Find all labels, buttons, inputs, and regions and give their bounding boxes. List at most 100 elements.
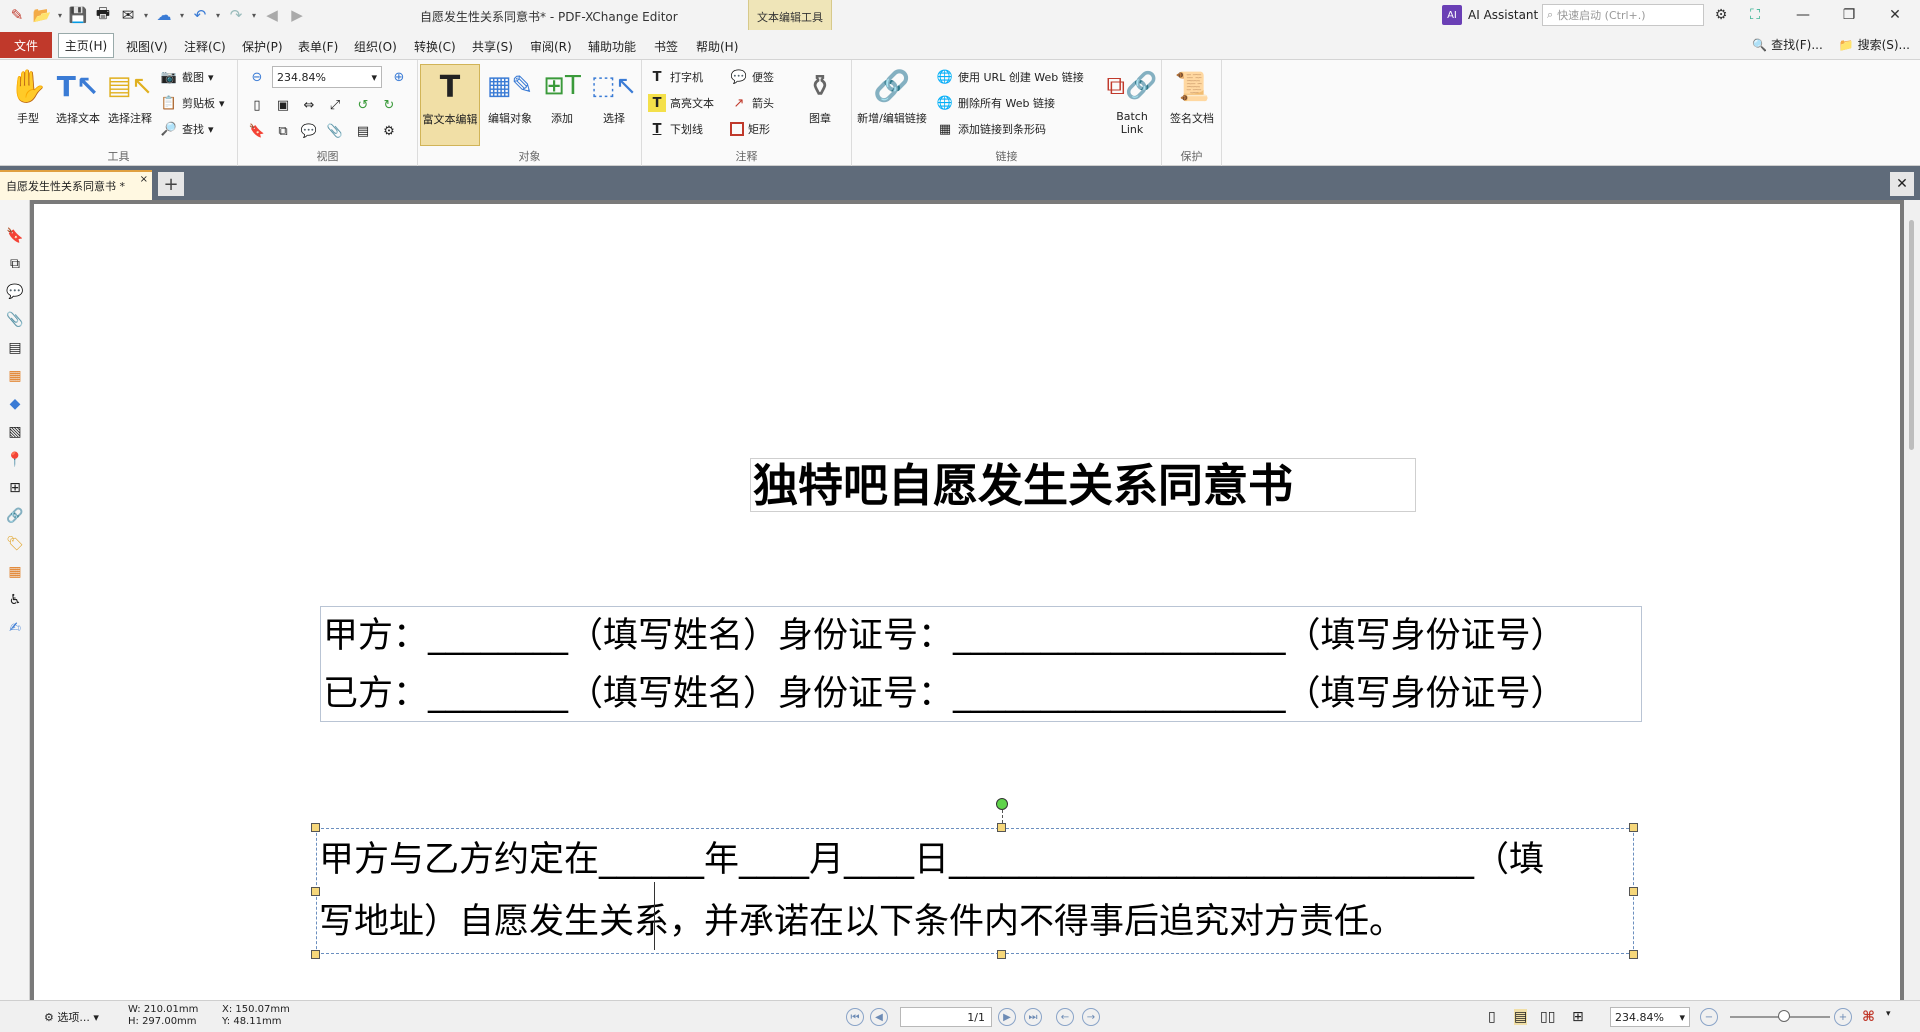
quick-launch-input[interactable]: ⌕ 快速启动 (Ctrl+.) <box>1542 4 1704 26</box>
fit-page-icon[interactable]: ▣ <box>274 96 292 114</box>
search-menu[interactable]: 📁 搜索(S)... <box>1839 36 1910 53</box>
prev-page-icon[interactable]: ◀ <box>870 1008 888 1026</box>
batch-link-button[interactable]: ⧉🔗 Batch Link <box>1106 64 1158 137</box>
find-menu[interactable]: 🔍 查找(F)... <box>1752 36 1823 53</box>
attachments-panel-icon[interactable]: 📎 <box>5 310 25 330</box>
thumbnails-panel-icon[interactable]: ⧉ <box>5 254 25 274</box>
pdf-page[interactable]: 独特吧自愿发生关系同意书 甲方：________（填写姓名）身份证号：_____… <box>34 204 1900 1000</box>
rectangle-button[interactable]: 矩形 <box>730 118 770 140</box>
arrow-button[interactable]: ↗ 箭头 <box>730 92 774 114</box>
rotate-right-icon[interactable]: ↻ <box>380 96 398 114</box>
find-button[interactable]: 🔎 查找 ▾ <box>160 118 214 140</box>
resize-handle-ne[interactable] <box>1629 823 1638 832</box>
menu-view[interactable]: 视图(V) <box>126 38 168 55</box>
continuous-page-icon[interactable]: ▤ <box>1514 1009 1528 1025</box>
page-panel-icon[interactable]: ▤ <box>5 338 25 358</box>
open-dropdown-icon[interactable]: ▾ <box>56 11 64 20</box>
document-tab[interactable]: 自愿发生性关系同意书 * × <box>0 170 152 200</box>
highlight-button[interactable]: T 高亮文本 <box>648 92 714 114</box>
menu-organize[interactable]: 组织(O) <box>354 38 397 55</box>
zoom-slider[interactable] <box>1730 1010 1830 1022</box>
single-page-icon[interactable]: ▯ <box>1488 1009 1496 1025</box>
page-settings-icon[interactable]: ⚙ <box>380 122 398 140</box>
resize-handle-n[interactable] <box>997 823 1006 832</box>
cloud-icon[interactable]: ☁ <box>153 4 175 26</box>
signatures-panel-icon[interactable]: ✍ <box>5 618 25 638</box>
restore-button[interactable]: ❐ <box>1826 0 1872 30</box>
parties-text-block[interactable]: 甲方：________（填写姓名）身份证号：__________________… <box>320 606 1642 722</box>
zoom-in-icon[interactable]: + <box>1834 1008 1852 1026</box>
create-url-link-button[interactable]: 🌐 使用 URL 创建 Web 链接 <box>936 66 1084 88</box>
stamps-panel-icon[interactable]: 🏷 <box>5 534 25 554</box>
remove-web-links-button[interactable]: 🌐 删除所有 Web 链接 <box>936 92 1055 114</box>
chevron-down-icon[interactable]: ▾ <box>1886 1009 1891 1019</box>
continuous-facing-icon[interactable]: ⊞ <box>1572 1009 1584 1025</box>
scrollbar-thumb[interactable] <box>1909 220 1914 450</box>
redo-dropdown-icon[interactable]: ▾ <box>250 11 258 20</box>
open-folder-icon[interactable]: 📂 <box>31 4 53 26</box>
sign-document-button[interactable]: 📜 签名文档 <box>1166 64 1218 126</box>
resize-handle-nw[interactable] <box>311 823 320 832</box>
acrobat-icon[interactable]: ⌘ <box>1862 1009 1875 1025</box>
menu-help[interactable]: 帮助(H) <box>696 38 738 55</box>
menu-bookmark[interactable]: 书签 <box>654 38 678 55</box>
facing-pages-icon[interactable]: ▯▯ <box>1540 1009 1555 1025</box>
print-icon[interactable]: 🖶 <box>92 4 114 26</box>
accessibility-panel-icon[interactable]: ♿ <box>5 590 25 610</box>
fit-width-icon[interactable]: ⇔ <box>300 96 318 114</box>
rotation-handle[interactable] <box>996 798 1008 810</box>
forward-icon[interactable]: ▶ <box>286 4 308 26</box>
edit-object-button[interactable]: ▦✎ 编辑对象 <box>484 64 536 126</box>
next-page-icon[interactable]: ▶ <box>998 1008 1016 1026</box>
rotate-left-icon[interactable]: ↺ <box>354 96 372 114</box>
zoom-out-icon[interactable]: − <box>1700 1008 1718 1026</box>
zoom-in-icon[interactable]: ⊕ <box>390 68 408 86</box>
menu-form[interactable]: 表单(F) <box>298 38 338 55</box>
select-annot-button[interactable]: ▤↖ 选择注释 <box>104 64 156 126</box>
order-panel-icon[interactable]: ▦ <box>5 562 25 582</box>
undo-icon[interactable]: ↶ <box>189 4 211 26</box>
close-window-button[interactable]: ✕ <box>1872 0 1918 30</box>
menu-file[interactable]: 文件 <box>0 32 52 58</box>
snapshot-button[interactable]: 📷 截图 ▾ <box>160 66 214 88</box>
close-document-button[interactable]: ✕ <box>1890 172 1914 196</box>
options-button[interactable]: ⚙ 选项... ▾ <box>44 1009 99 1025</box>
zoom-select[interactable]: 234.84% ▾ <box>272 66 382 88</box>
attachment-icon[interactable]: 📎 <box>326 122 344 140</box>
status-zoom-select[interactable]: 234.84% ▾ <box>1610 1007 1690 1027</box>
sticky-note-button[interactable]: 💬 便签 <box>730 66 774 88</box>
vertical-scrollbar[interactable] <box>1904 200 1920 1000</box>
document-workspace[interactable]: 独特吧自愿发生关系同意书 甲方：________（填写姓名）身份证号：_____… <box>30 200 1904 1000</box>
next-view-icon[interactable]: → <box>1082 1008 1100 1026</box>
menu-accessibility[interactable]: 辅助功能 <box>588 38 636 55</box>
new-tab-button[interactable]: + <box>158 172 184 196</box>
fields-panel-icon[interactable]: ▦ <box>5 366 25 386</box>
typewriter-button[interactable]: T 打字机 <box>648 66 703 88</box>
underline-button[interactable]: T 下划线 <box>648 118 703 140</box>
resize-handle-w[interactable] <box>311 887 320 896</box>
fullscreen-icon[interactable]: ⛶ <box>1740 0 1770 30</box>
resize-handle-s[interactable] <box>997 950 1006 959</box>
resize-handle-sw[interactable] <box>311 950 320 959</box>
save-icon[interactable]: 💾 <box>67 4 89 26</box>
select-text-button[interactable]: T↖ 选择文本 <box>52 64 104 126</box>
hand-tool-button[interactable]: ✋ 手型 <box>2 64 54 126</box>
layers-panel-icon[interactable]: ◆ <box>5 394 25 414</box>
menu-review[interactable]: 审阅(R) <box>530 38 572 55</box>
settings-icon[interactable]: ⚙ <box>1706 0 1736 30</box>
actual-size-icon[interactable]: ▯ <box>248 96 266 114</box>
ai-assistant-button[interactable]: AI AI Assistant <box>1442 4 1538 26</box>
add-edit-link-button[interactable]: 🔗 新增/编辑链接 <box>852 64 932 126</box>
destinations-panel-icon[interactable]: 📍 <box>5 450 25 470</box>
page-number-input[interactable]: 1/1 <box>900 1007 992 1027</box>
bookmarks-panel-icon[interactable]: 🔖 <box>5 226 25 246</box>
resize-handle-se[interactable] <box>1629 950 1638 959</box>
tags-panel-icon[interactable]: ⊞ <box>5 478 25 498</box>
redo-icon[interactable]: ↷ <box>225 4 247 26</box>
zoom-slider-knob[interactable] <box>1778 1010 1790 1022</box>
comments-panel-icon[interactable]: 💬 <box>5 282 25 302</box>
email-icon[interactable]: ✉ <box>117 4 139 26</box>
menu-home[interactable]: 主页(H) <box>58 33 114 58</box>
stamp-button[interactable]: ⚱ 图章 <box>794 64 846 126</box>
document-title[interactable]: 独特吧自愿发生关系同意书 <box>750 458 1416 512</box>
